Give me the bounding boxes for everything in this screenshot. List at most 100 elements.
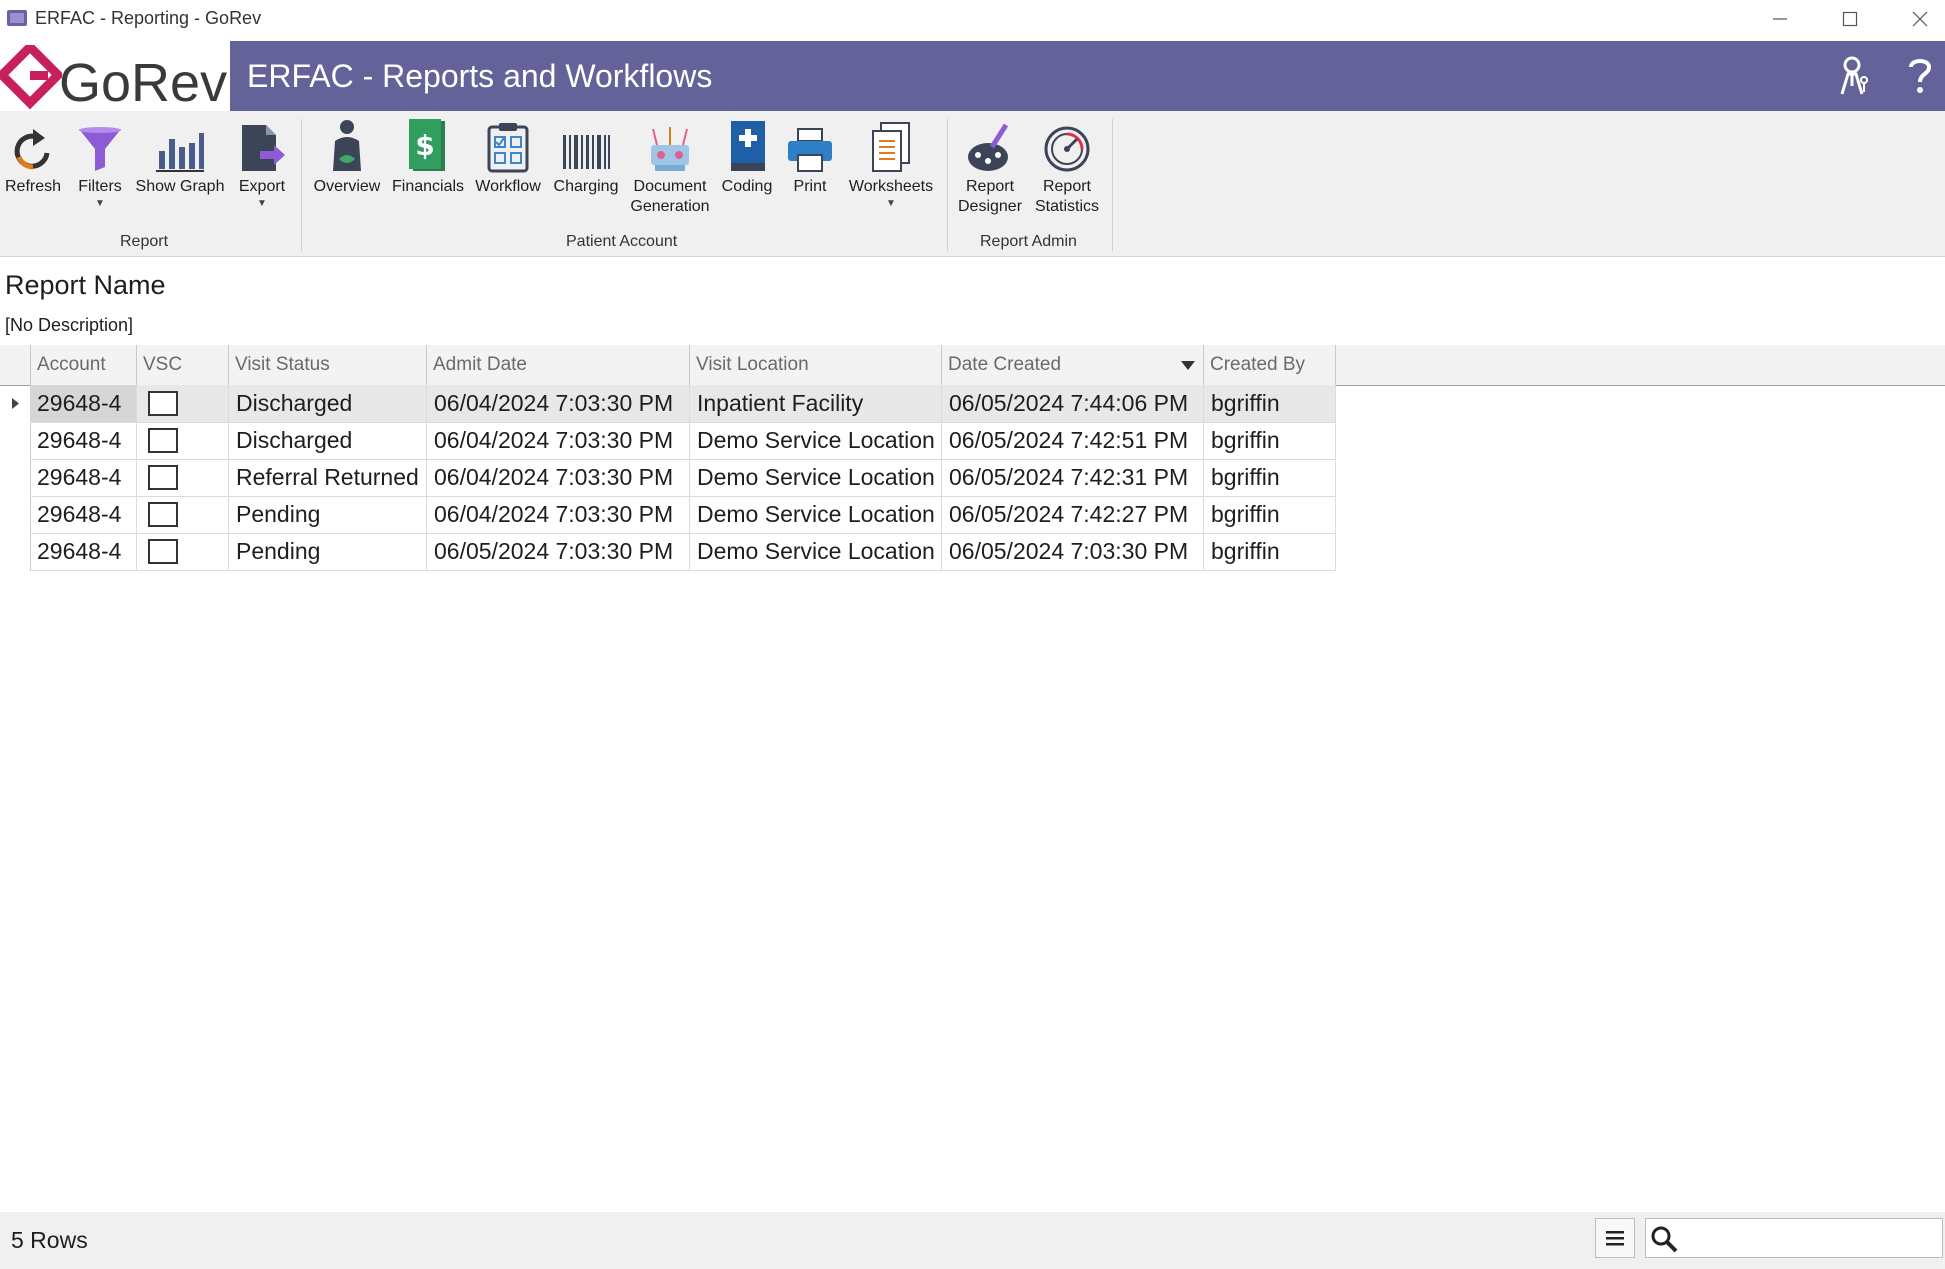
export-button[interactable]: Export ▼ (232, 111, 292, 209)
vsc-checkbox[interactable] (148, 502, 178, 527)
account-cell: 29648-4 (30, 496, 137, 533)
created-by-cell: bgriffin (1204, 385, 1336, 422)
status-bar: 5 Rows (0, 1212, 1945, 1269)
overview-button[interactable]: Overview (310, 111, 384, 197)
table-row[interactable]: 29648-4 Referral Returned 06/04/2024 7:0… (30, 459, 1336, 497)
vsc-checkbox[interactable] (148, 539, 178, 564)
visit-status-cell: Referral Returned (229, 459, 427, 496)
column-header-account[interactable]: Account (31, 345, 137, 385)
visit-status-cell: Discharged (229, 385, 427, 422)
coding-label: Coding (721, 178, 773, 195)
search-icon (1651, 1226, 1678, 1253)
row-header-corner (0, 345, 31, 385)
vsc-checkbox[interactable] (148, 465, 178, 490)
page-title: ERFAC - Reports and Workflows (247, 58, 713, 94)
workflow-button[interactable]: Workflow (472, 111, 544, 197)
search-input[interactable] (1682, 1223, 1941, 1255)
vsc-checkbox[interactable] (148, 428, 178, 453)
minimize-button[interactable] (1745, 0, 1815, 38)
created-by-cell: bgriffin (1204, 459, 1336, 496)
gorev-logo: GoRev (0, 41, 230, 113)
column-header-visit-location[interactable]: Visit Location (690, 345, 942, 385)
coding-button[interactable]: Coding (716, 111, 778, 197)
column-header-visit-status[interactable]: Visit Status (229, 345, 427, 385)
worksheets-icon (872, 122, 910, 172)
table-row[interactable]: 29648-4 Pending 06/05/2024 7:03:30 PM De… (30, 533, 1336, 571)
created-by-cell: bgriffin (1204, 422, 1336, 459)
group-label-report-admin: Report Admin (980, 233, 1077, 250)
account-cell: 29648-4 (30, 422, 137, 459)
account-cell: 29648-4 (30, 533, 137, 570)
charging-label: Charging (553, 178, 619, 195)
maximize-button[interactable] (1815, 0, 1885, 38)
refresh-icon (14, 129, 50, 170)
visit-status-cell: Pending (229, 496, 427, 533)
admit-date-cell: 06/04/2024 7:03:30 PM (427, 422, 690, 459)
hamburger-menu-icon (1606, 1231, 1624, 1246)
funnel-icon (79, 127, 121, 171)
date-created-cell: 06/05/2024 7:44:06 PM (942, 385, 1204, 422)
admit-date-cell: 06/04/2024 7:03:30 PM (427, 496, 690, 533)
column-header-date-created[interactable]: Date Created (942, 345, 1204, 385)
visit-status-cell: Pending (229, 533, 427, 570)
print-button[interactable]: Print (784, 111, 836, 197)
visit-location-cell: Demo Service Location (690, 496, 942, 533)
export-icon (242, 125, 285, 171)
close-button[interactable] (1885, 0, 1945, 38)
vsc-checkbox[interactable] (148, 391, 178, 416)
robot-icon (651, 127, 689, 171)
search-box (1645, 1218, 1943, 1258)
column-header-admit-date[interactable]: Admit Date (427, 345, 690, 385)
account-cell: 29648-4 (30, 459, 137, 496)
table-row[interactable]: 29648-4 Pending 06/04/2024 7:03:30 PM De… (30, 496, 1336, 534)
help-button[interactable] (1895, 51, 1945, 101)
created-by-cell: bgriffin (1204, 496, 1336, 533)
refresh-button[interactable]: Refresh (4, 111, 62, 197)
table-row[interactable]: 29648-4 Discharged 06/04/2024 7:03:30 PM… (30, 385, 1336, 423)
vsc-cell (137, 459, 229, 496)
column-header-date-created-label: Date Created (948, 354, 1062, 375)
sort-descending-icon (1181, 361, 1195, 370)
admit-date-cell: 06/04/2024 7:03:30 PM (427, 459, 690, 496)
group-label-patient-account: Patient Account (566, 233, 678, 250)
logo-text: GoRev (59, 53, 228, 113)
show-graph-button[interactable]: Show Graph (134, 111, 226, 197)
chevron-right-icon (11, 398, 19, 409)
account-cell: 29648-4 (30, 385, 137, 422)
export-label: Export (238, 178, 286, 195)
menu-button[interactable] (1595, 1218, 1635, 1258)
row-count: 5 Rows (11, 1227, 88, 1253)
column-header-created-by[interactable]: Created By (1204, 345, 1336, 385)
show-graph-label: Show Graph (135, 178, 225, 195)
created-by-cell: bgriffin (1204, 533, 1336, 570)
date-created-cell: 06/05/2024 7:03:30 PM (942, 533, 1204, 570)
worksheets-label: Worksheets (848, 178, 934, 195)
worksheets-button[interactable]: Worksheets ▼ (846, 111, 936, 209)
document-generation-button[interactable]: Document Generation (628, 111, 712, 217)
window-title: ERFAC - Reporting - GoRev (35, 8, 262, 28)
column-header-vsc[interactable]: VSC (137, 345, 229, 385)
report-designer-button[interactable]: Report Designer (956, 111, 1024, 217)
help-icon (1909, 59, 1932, 93)
financials-button[interactable]: $ Financials (390, 111, 466, 197)
charging-button[interactable]: Charging (550, 111, 622, 197)
svg-text:$: $ (415, 129, 434, 162)
report-designer-label: Report Designer (957, 178, 1023, 215)
filters-dropdown-icon: ▼ (95, 198, 105, 209)
close-icon (1912, 11, 1928, 27)
ribbon-divider (301, 119, 302, 251)
bar-graph-icon (156, 133, 204, 172)
report-statistics-label: Report Statistics (1034, 178, 1099, 215)
clipboard-icon (487, 123, 529, 173)
visit-location-cell: Demo Service Location (690, 422, 942, 459)
user-keys-button[interactable] (1830, 51, 1880, 101)
filters-button[interactable]: Filters ▼ (72, 111, 128, 209)
table-row[interactable]: 29648-4 Discharged 06/04/2024 7:03:30 PM… (30, 422, 1336, 460)
date-created-cell: 06/05/2024 7:42:31 PM (942, 459, 1204, 496)
report-statistics-button[interactable]: Report Statistics (1032, 111, 1102, 217)
gorev-logo-mark (0, 45, 62, 110)
dollar-icon: $ (409, 119, 445, 171)
ribbon-divider (1112, 119, 1113, 251)
workflow-label: Workflow (475, 178, 541, 195)
barcode-icon (563, 135, 610, 169)
